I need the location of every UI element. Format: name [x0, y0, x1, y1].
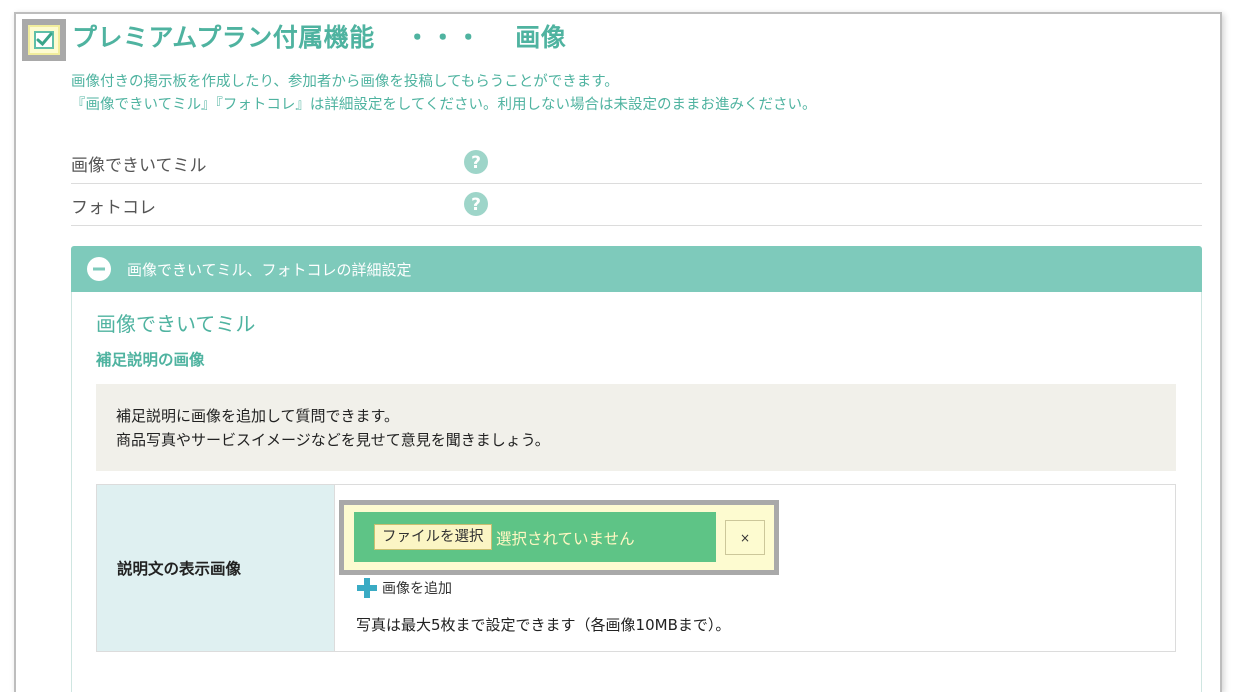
info-box: 補足説明に画像を追加して質問できます。 商品写真やサービスイメージなどを見せて意…: [96, 384, 1176, 471]
info-line-1: 補足説明に画像を追加して質問できます。: [116, 407, 400, 425]
help-icon[interactable]: ?: [464, 150, 488, 174]
help-icon[interactable]: ?: [464, 192, 488, 216]
title-subtitle: 画像: [515, 23, 567, 52]
plus-icon: [357, 578, 377, 598]
row-header: 説明文の表示画像: [97, 485, 335, 651]
file-upload-group: ファイルを選択 選択されていません ×: [344, 505, 774, 570]
row-header-label: 説明文の表示画像: [117, 560, 242, 578]
feature-checkbox-highlight[interactable]: [22, 19, 66, 61]
detail-settings-label: 画像できいてミル、フォトコレの詳細設定: [127, 261, 412, 279]
description-line-1: 画像付きの掲示板を作成したり、参加者から画像を投稿してもらうことができます。: [71, 74, 619, 90]
feature-checkbox[interactable]: [28, 25, 60, 55]
detail-settings-toggle[interactable]: 画像できいてミル、フォトコレの詳細設定: [71, 246, 1202, 292]
feature-description: 画像付きの掲示板を作成したり、参加者から画像を投稿してもらうことができます。 『…: [71, 71, 816, 117]
subsection-title: 補足説明の画像: [96, 351, 205, 369]
option-row-kiitemiru: 画像できいてミル ?: [71, 143, 1202, 184]
page-title: プレミアムプラン付属機能 ・・・ 画像: [72, 20, 566, 56]
add-image-link[interactable]: 画像を追加: [356, 577, 452, 599]
minus-circle-icon: [87, 257, 111, 281]
svg-text:?: ?: [471, 195, 481, 215]
title-text: プレミアムプラン付属機能: [72, 23, 375, 52]
info-line-2: 商品写真やサービスイメージなどを見せて意見を聞きましょう。: [116, 431, 550, 449]
add-image-label: 画像を追加: [382, 581, 452, 597]
checkmark-icon: [34, 31, 54, 49]
title-dots: ・・・: [404, 23, 482, 52]
section-title: 画像できいてミル: [96, 312, 256, 336]
choose-file-button[interactable]: ファイルを選択: [374, 524, 492, 550]
option-row-photocolle: フォトコレ ?: [71, 185, 1202, 226]
description-line-2: 『画像できいてミル』『フォトコレ』は詳細設定をしてください。利用しない場合は未設…: [71, 97, 817, 113]
svg-text:?: ?: [471, 153, 481, 173]
file-status-text: 選択されていません: [496, 530, 635, 548]
option-label: 画像できいてミル: [71, 156, 207, 176]
file-upload-highlight: ファイルを選択 選択されていません ×: [339, 500, 779, 575]
remove-image-button[interactable]: ×: [725, 520, 765, 555]
file-input[interactable]: ファイルを選択 選択されていません: [354, 512, 716, 562]
upload-limit-note: 写真は最大5枚まで設定できます（各画像10MBまで）。: [356, 616, 731, 634]
option-label: フォトコレ: [71, 198, 156, 218]
